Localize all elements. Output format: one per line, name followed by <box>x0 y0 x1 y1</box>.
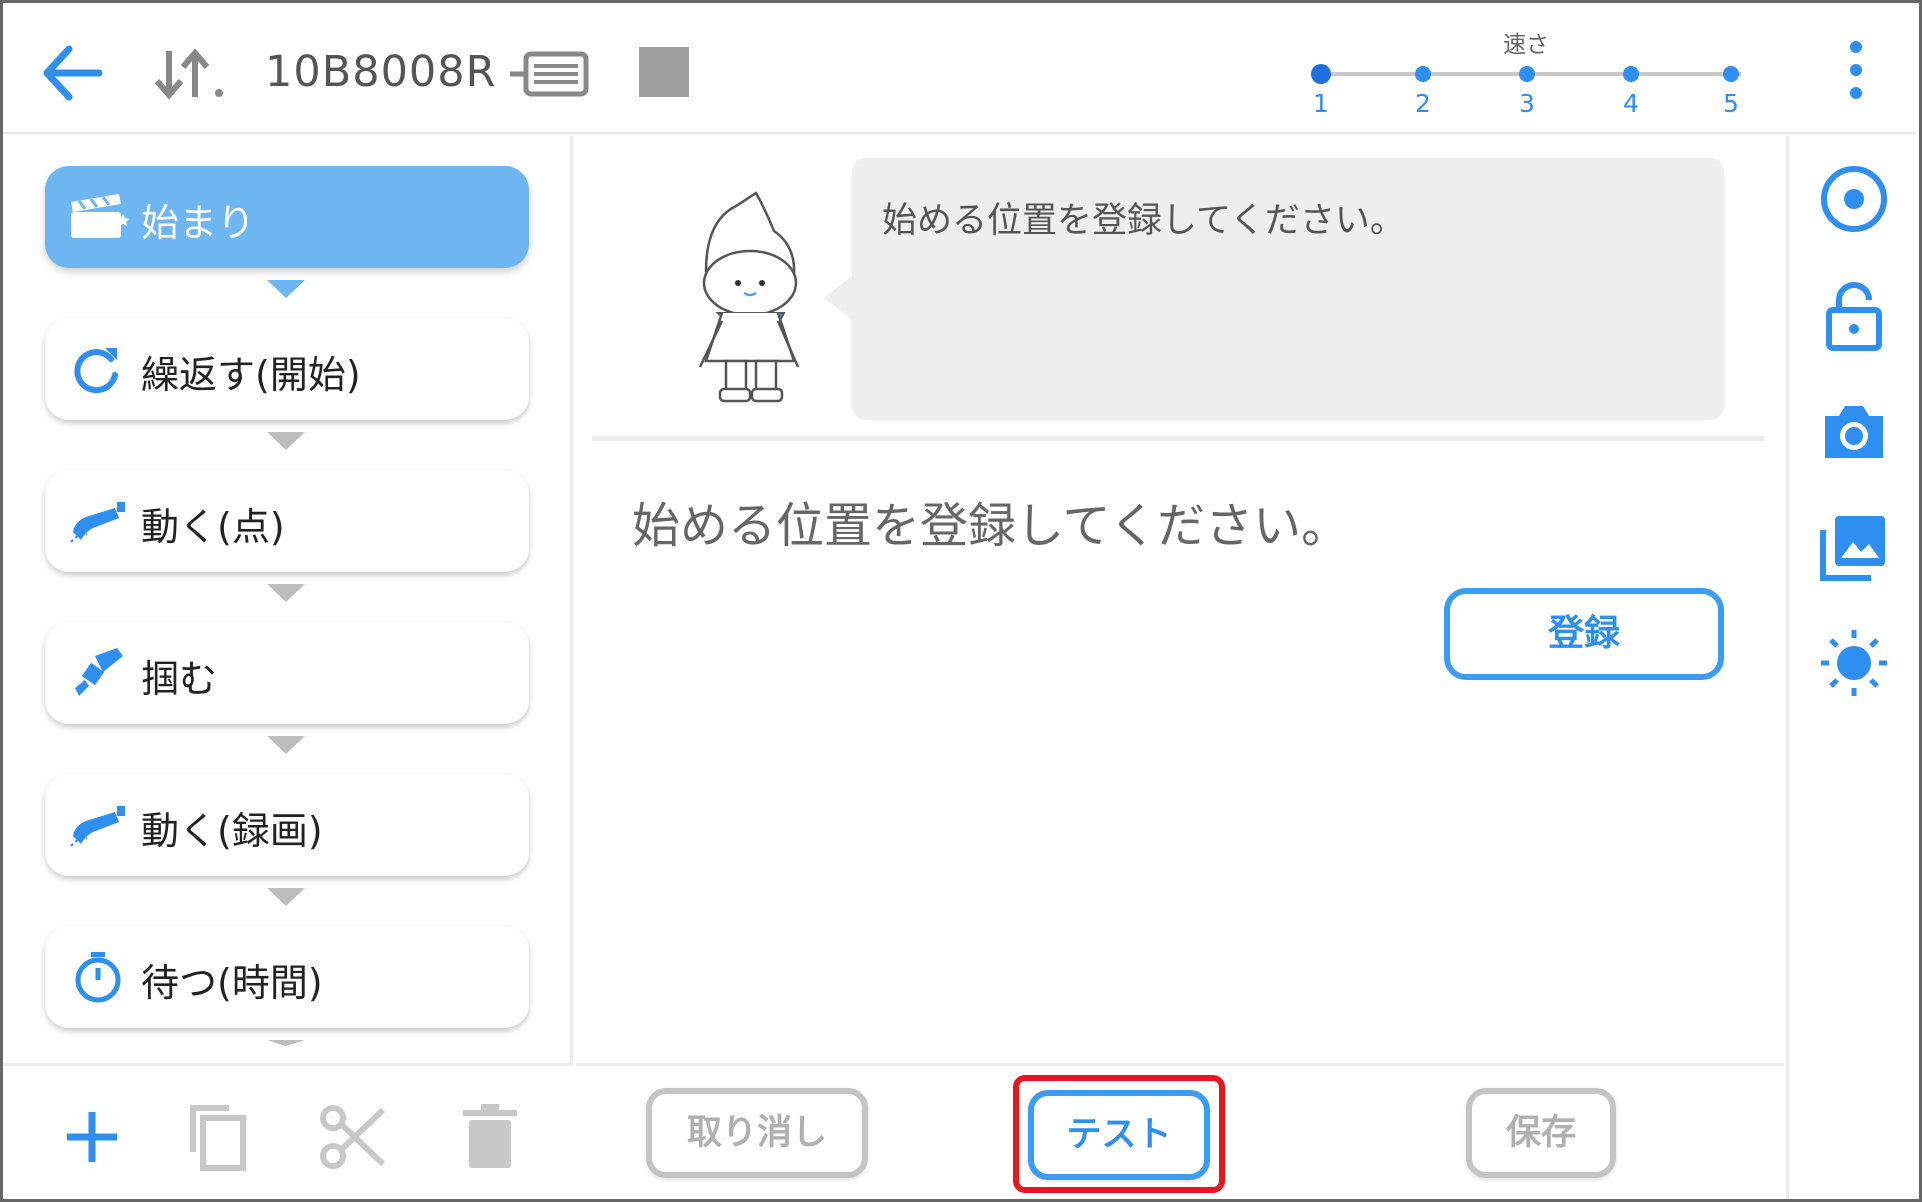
trash-icon[interactable] <box>455 1102 525 1172</box>
robot-arm-record-icon <box>70 806 125 847</box>
action-bar: 取り消し テスト 保存 <box>576 1063 1784 1199</box>
gallery-icon[interactable] <box>1817 510 1891 584</box>
speed-dot-2[interactable] <box>1415 66 1431 82</box>
mascot-illustration <box>698 191 800 403</box>
step-label: 動く(録画) <box>141 809 323 853</box>
save-button[interactable]: 保存 <box>1466 1088 1616 1178</box>
unlock-icon[interactable] <box>1817 278 1891 352</box>
speed-level-2: 2 <box>1415 89 1431 118</box>
speed-dot-3[interactable] <box>1519 66 1535 82</box>
step-edit-toolbar <box>3 1063 573 1199</box>
step-label: 掴む <box>141 657 218 701</box>
cassette-icon[interactable] <box>508 51 590 97</box>
stopwatch-icon <box>75 952 121 1003</box>
scissors-icon[interactable] <box>317 1102 387 1172</box>
right-toolbar <box>1786 136 1916 1199</box>
clapperboard-icon <box>71 194 129 238</box>
highlight-box <box>1013 1075 1225 1193</box>
step-label: 動く(点) <box>141 505 285 549</box>
step-label: 始まり <box>141 201 256 245</box>
step-label: 待つ(時間) <box>141 961 323 1005</box>
copy-icon[interactable] <box>183 1102 253 1172</box>
bubble-message: 始める位置を登録してください。 <box>882 201 1405 241</box>
step-list: 始まり 繰返す(開始) 動く(点) 掴む 動く(録画) 待つ(時間) <box>3 136 573 1063</box>
sort-arrows-icon[interactable] <box>151 45 229 101</box>
speed-dot-5[interactable] <box>1723 66 1739 82</box>
back-arrow-icon[interactable] <box>39 43 103 103</box>
stop-button[interactable] <box>639 47 689 97</box>
add-icon[interactable] <box>57 1102 127 1172</box>
step-move-point[interactable]: 動く(点) <box>45 470 529 572</box>
camera-icon[interactable] <box>1817 394 1891 468</box>
flow-arrow <box>267 736 305 754</box>
top-bar: 10B8008R 速さ 1 2 3 4 5 <box>3 3 1916 134</box>
flow-arrow <box>267 280 305 298</box>
gripper-icon <box>75 648 123 696</box>
main-panel: 始める位置を登録してください。 始める位置を登録してください。 登録 <box>576 136 1784 1063</box>
step-label: 繰返す(開始) <box>141 353 361 397</box>
repeat-icon <box>74 348 118 394</box>
cancel-button[interactable]: 取り消し <box>646 1088 868 1178</box>
speed-level-4: 4 <box>1623 89 1639 118</box>
flow-arrow <box>267 888 305 906</box>
step-move-record[interactable]: 動く(録画) <box>45 774 529 876</box>
step-wait-time[interactable]: 待つ(時間) <box>45 926 529 1028</box>
step-start[interactable]: 始まり <box>45 166 529 268</box>
brightness-icon[interactable] <box>1817 626 1891 700</box>
record-target-icon[interactable] <box>1817 162 1891 236</box>
speed-level-3: 3 <box>1519 89 1535 118</box>
robot-arm-move-icon <box>70 502 125 543</box>
divider <box>592 436 1764 441</box>
register-button[interactable]: 登録 <box>1444 588 1724 680</box>
instruction-text: 始める位置を登録してください。 <box>632 498 1350 554</box>
step-repeat-start[interactable]: 繰返す(開始) <box>45 318 529 420</box>
flow-arrow <box>267 584 305 602</box>
speed-dot-1[interactable] <box>1311 64 1331 84</box>
device-id: 10B8008R <box>265 47 497 97</box>
more-vert-icon[interactable] <box>1841 39 1871 101</box>
speed-dot-4[interactable] <box>1623 66 1639 82</box>
step-grab[interactable]: 掴む <box>45 622 529 724</box>
speech-bubble: 始める位置を登録してください。 <box>824 158 1724 420</box>
speed-slider[interactable]: 1 2 3 4 5 <box>1303 59 1763 119</box>
flow-arrow <box>267 432 305 450</box>
speed-level-1: 1 <box>1313 89 1329 118</box>
speed-level-5: 5 <box>1723 89 1739 118</box>
flow-arrow <box>267 1040 305 1046</box>
speed-label: 速さ <box>1503 32 1549 58</box>
